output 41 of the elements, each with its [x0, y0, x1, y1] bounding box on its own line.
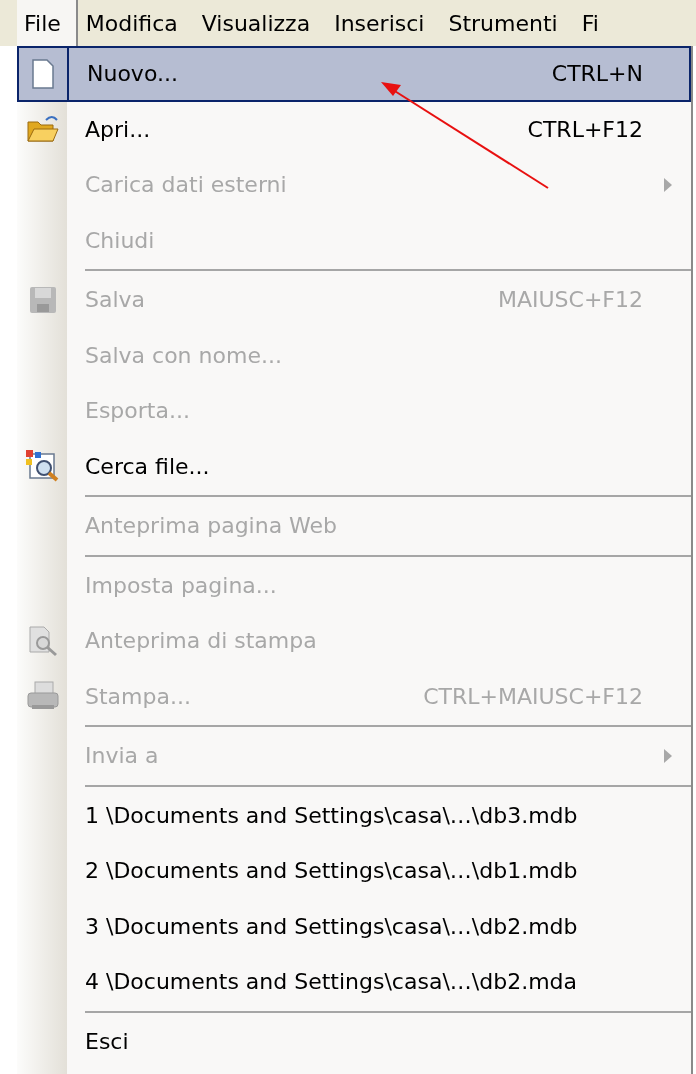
menu-title[interactable]: Visualizza — [193, 0, 327, 46]
menu-item[interactable]: 3 \Documents and Settings\casa\…\db2.mdb — [17, 898, 691, 954]
menu-item-label: Chiudi — [85, 227, 155, 253]
menu-item-label: 4 \Documents and Settings\casa\…\db2.mda — [85, 969, 577, 995]
menu-item[interactable]: Nuovo... CTRL+N — [17, 46, 691, 102]
printer-icon — [26, 681, 60, 712]
print-preview-icon — [27, 624, 59, 657]
menu-item-label: 2 \Documents and Settings\casa\…\db1.mdb — [85, 858, 578, 884]
menu-item-label: Anteprima pagina Web — [85, 513, 338, 539]
menu-item-label: Nuovo... — [87, 61, 178, 87]
menu-item[interactable]: 4 \Documents and Settings\casa\…\db2.mda — [17, 954, 691, 1010]
document-icon — [31, 58, 55, 89]
menu-item[interactable]: Cerca file... — [17, 438, 691, 494]
menu-item-label: Carica dati esterni — [85, 172, 287, 198]
menu-item-label: Invia a — [85, 743, 159, 769]
shortcut-label: CTRL+F12 — [527, 116, 643, 142]
file-search-icon — [25, 449, 61, 484]
menu-item-label: Apri... — [85, 116, 151, 142]
folder-icon — [26, 114, 60, 145]
menu-item-label: Salva — [85, 287, 146, 313]
menu-item[interactable]: Apri... CTRL+F12 — [17, 101, 691, 157]
menu-item-label: 1 \Documents and Settings\casa\…\db3.mdb — [85, 802, 578, 828]
menu-item-label: Cerca file... — [85, 453, 210, 479]
menu-item-label: Imposta pagina... — [85, 572, 277, 598]
menu-item-label: Salva con nome... — [85, 342, 282, 368]
menu-item-label: 3 \Documents and Settings\casa\…\db2.mdb — [85, 913, 578, 939]
shortcut-label: CTRL+N — [551, 61, 643, 87]
menu-item-label: Anteprima di stampa — [85, 628, 317, 654]
menu-title[interactable]: Strumenti — [440, 0, 574, 46]
shortcut-label: CTRL+MAIUSC+F12 — [423, 683, 643, 709]
menu-item[interactable]: Esci — [17, 1013, 691, 1069]
menu-item[interactable]: 1 \Documents and Settings\casa\…\db3.mdb — [17, 787, 691, 843]
menu-title[interactable]: Modifica — [77, 0, 194, 46]
menu-item-label: Esci — [85, 1028, 129, 1054]
menu-item-label: Esporta... — [85, 398, 190, 424]
shortcut-label: MAIUSC+F12 — [497, 287, 643, 313]
menu-title[interactable]: File — [17, 0, 78, 46]
menu-title[interactable]: Fi — [573, 0, 615, 46]
menu-item[interactable]: 2 \Documents and Settings\casa\…\db1.mdb — [17, 843, 691, 899]
menu-item-label: Stampa... — [85, 683, 191, 709]
menu-title[interactable]: Inserisci — [326, 0, 441, 46]
